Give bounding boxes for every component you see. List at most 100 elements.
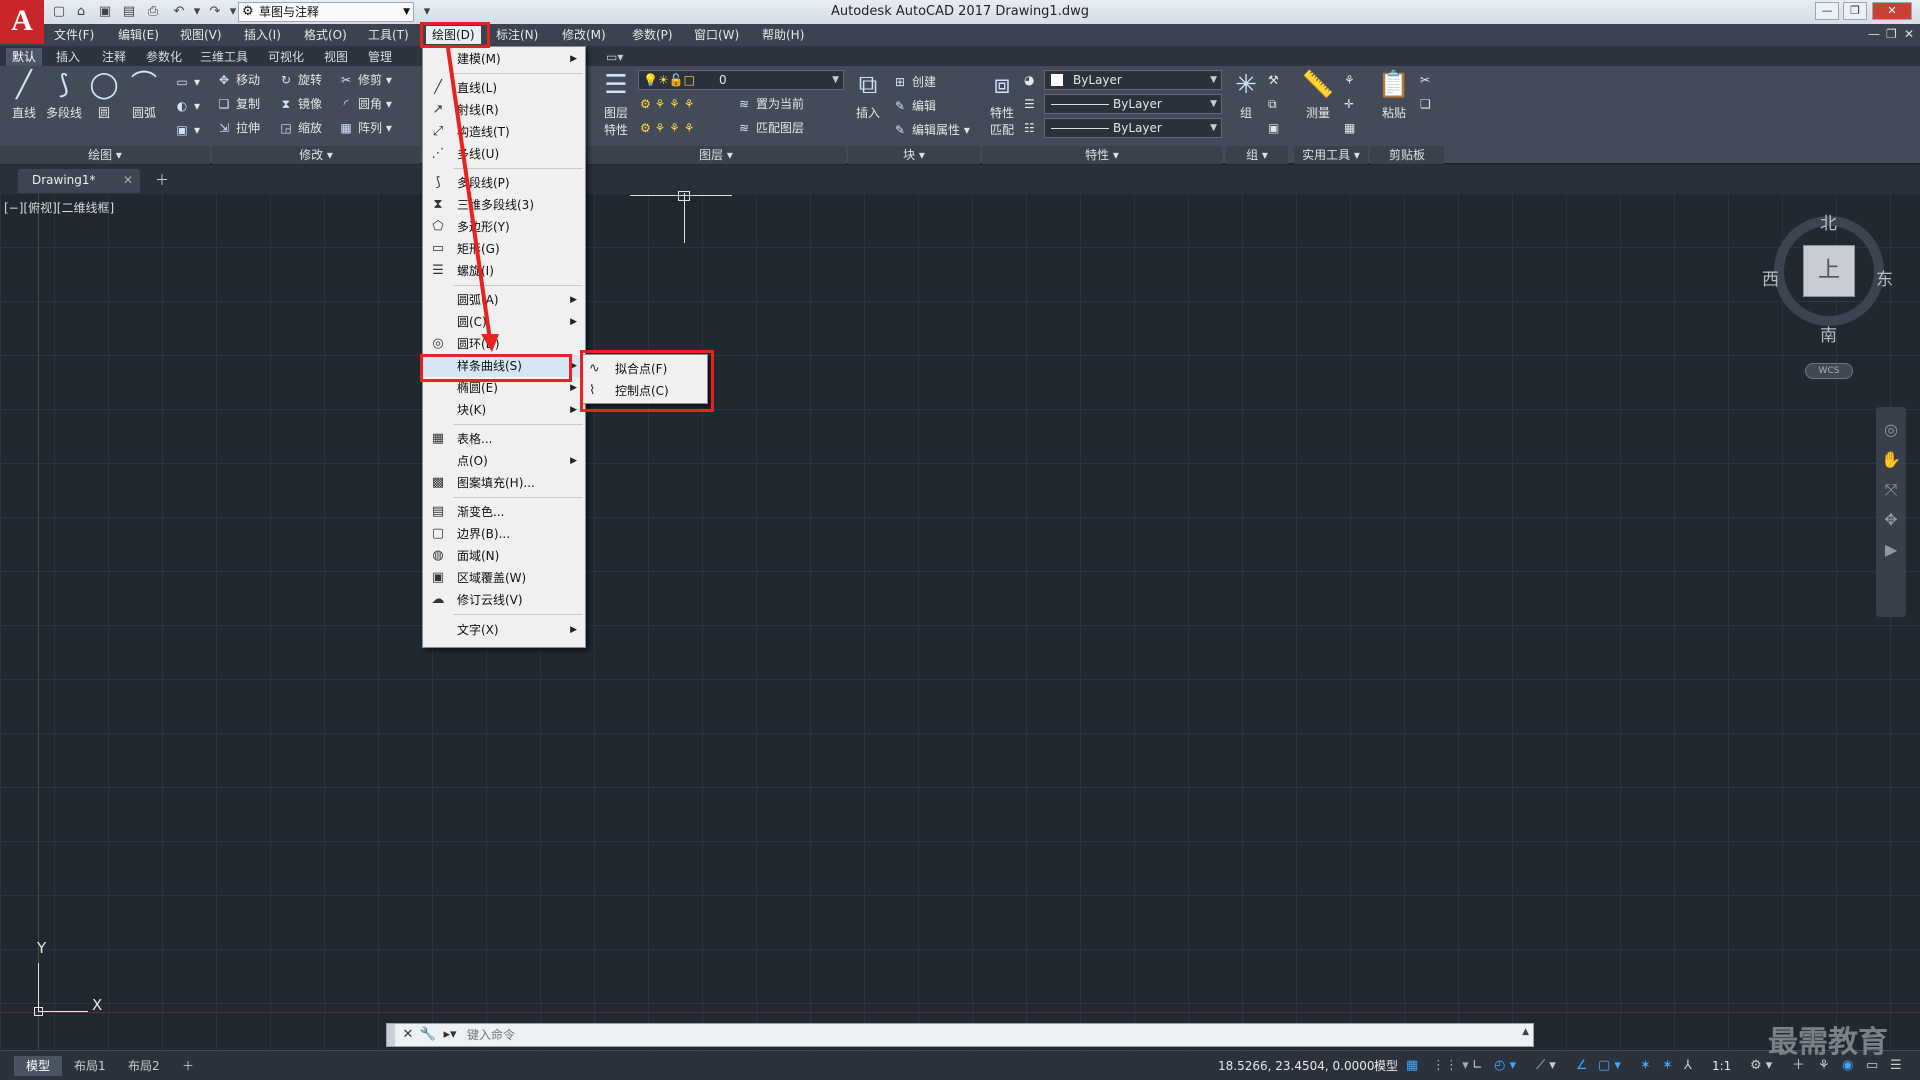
paste-button[interactable]: 📋 粘贴 [1374, 68, 1414, 121]
compass-north[interactable]: 北 [1820, 209, 1837, 234]
pan-hand-icon[interactable]: ✋ [1876, 445, 1906, 475]
quick-select-icon[interactable]: ⚘ [1344, 70, 1355, 90]
cut-icon[interactable]: ✂ [1420, 70, 1430, 90]
grid-icon[interactable]: ▦ [1406, 1056, 1418, 1076]
scale-tool-button[interactable]: ◲ 缩放 [278, 118, 322, 138]
tab-visualize[interactable]: 可视化 [262, 48, 310, 66]
ribbon-options-icon[interactable]: ▭▾ [600, 48, 629, 66]
annotation-visibility-icon[interactable]: ✶ [1640, 1056, 1651, 1076]
polar-icon[interactable]: ◴ ▾ [1494, 1056, 1516, 1076]
menu-window[interactable]: 窗口(W) [688, 26, 745, 44]
autocad-logo[interactable]: A [0, 0, 44, 44]
minimize-button[interactable]: — [1815, 2, 1839, 20]
steering-wheel-icon[interactable]: ◎ [1876, 415, 1906, 445]
color-combo[interactable]: ByLayer ▼ [1044, 70, 1222, 90]
tab-manage[interactable]: 管理 [362, 48, 398, 66]
edit-attributes-button[interactable]: ✎ 编辑属性 ▾ [892, 120, 970, 140]
measure-button[interactable]: 📏 测量 [1298, 68, 1338, 121]
zoom-extents-icon[interactable]: ⤧ [1876, 475, 1906, 505]
menu-item-hatch[interactable]: ▩ 图案填充(H)... [423, 472, 585, 494]
group-edit-icon[interactable]: ⧉ [1268, 94, 1277, 114]
viewport-controls[interactable]: [−][俯视][二维线框] [4, 199, 114, 216]
set-current-layer-button[interactable]: ≋ 置为当前 [736, 94, 804, 114]
menu-item-construction-line[interactable]: ⤢ 构造线(T) [423, 121, 585, 143]
menu-modify[interactable]: 修改(M) [556, 26, 612, 44]
file-tab-drawing1[interactable]: Drawing1* [18, 169, 140, 193]
insert-block-button[interactable]: ⧉ 插入 [848, 68, 888, 121]
menu-item-boundary[interactable]: ▢ 边界(B)... [423, 523, 585, 545]
recent-commands-icon[interactable]: ▸▾ [441, 1026, 459, 1044]
rectangle-small-icon[interactable]: ▭ ▾ [174, 72, 200, 92]
layer-combo[interactable]: 💡☀🔓□ 0 ▼ [638, 70, 844, 90]
mirror-tool-button[interactable]: ⧗ 镜像 [278, 94, 322, 114]
move-tool-button[interactable]: ✥ 移动 [216, 70, 260, 90]
coordinate-readout[interactable]: 18.5266, 23.4504, 0.0000 [1218, 1056, 1378, 1076]
menu-item-donut[interactable]: ◎ 圆环(D) [423, 333, 585, 355]
menu-item-multiline[interactable]: ⋰ 多线(U) [423, 143, 585, 165]
menu-item-wipeout[interactable]: ▣ 区域覆盖(W) [423, 567, 585, 589]
menu-dimension[interactable]: 标注(N) [490, 26, 544, 44]
lineweight-icon[interactable]: ☰ [1024, 94, 1035, 114]
utilities-panel-title[interactable]: 实用工具 ▾ [1294, 146, 1368, 164]
drawing-canvas[interactable]: [−][俯视][二维线框] 上 北 南 东 西 WCS ◎ ✋ ⤧ ✥ ▶ Y … [0, 191, 1920, 1050]
menu-item-text[interactable]: 文字(X) ▶ [423, 619, 585, 641]
calculator-icon[interactable]: ▦ [1344, 118, 1355, 138]
menu-item-arc[interactable]: 圆弧(A) ▶ [423, 289, 585, 311]
close-window-button[interactable]: ✕ [1872, 2, 1912, 20]
tab-parametric[interactable]: 参数化 [140, 48, 188, 66]
menu-item-point[interactable]: 点(O) ▶ [423, 450, 585, 472]
edit-block-button[interactable]: ✎ 编辑 [892, 96, 936, 116]
model-space-toggle[interactable]: 模型 [1374, 1056, 1398, 1076]
tab-layout2[interactable]: 布局2 [116, 1056, 172, 1076]
menu-help[interactable]: 帮助(H) [756, 26, 810, 44]
rotate-tool-button[interactable]: ↻ 旋转 [278, 70, 322, 90]
tab-view[interactable]: 视图 [318, 48, 354, 66]
polyline-tool-button[interactable]: ⟆ 多段线 [44, 68, 84, 121]
menu-item-gradient[interactable]: ▤ 渐变色... [423, 501, 585, 523]
menu-item-helix[interactable]: ☰ 螺旋(I) [423, 260, 585, 282]
layer-panel-title[interactable]: 图层 ▾ [586, 146, 846, 164]
layer-tools-row2[interactable]: ⚙ ⚘ ⚘ ⚘ [640, 118, 694, 138]
menu-item-line[interactable]: ╱ 直线(L) [423, 77, 585, 99]
menu-item-circle[interactable]: 圆(C) ▶ [423, 311, 585, 333]
viewcube-top-face[interactable]: 上 [1803, 245, 1855, 297]
add-layout-icon[interactable]: ＋ [170, 1056, 206, 1076]
linetype-combo[interactable]: ByLayer ▼ [1044, 94, 1222, 114]
menu-item-modeling[interactable]: 建模(M) ▶ [423, 48, 585, 70]
clipboard-panel-title[interactable]: 剪贴板 [1370, 146, 1444, 164]
color-wheel-icon[interactable]: ◕ [1024, 70, 1034, 90]
group-select-icon[interactable]: ▣ [1268, 118, 1279, 138]
restore-button[interactable]: ❐ [1843, 2, 1867, 20]
new-tab-button[interactable]: ＋ [152, 171, 172, 191]
menu-item-rectangle[interactable]: ▭ 矩形(G) [423, 238, 585, 260]
command-line-grip[interactable] [387, 1024, 395, 1046]
arc-tool-button[interactable]: ⌒ 圆弧 [124, 68, 164, 121]
menu-item-polygon[interactable]: ⬠ 多边形(Y) [423, 216, 585, 238]
copy-tool-button[interactable]: ❏ 复制 [216, 94, 260, 114]
block-panel-title[interactable]: 块 ▾ [848, 146, 980, 164]
wcs-menu-button[interactable]: WCS [1805, 363, 1853, 379]
auto-scale-icon[interactable]: ✶ [1662, 1056, 1673, 1076]
tab-3d-tools[interactable]: 三维工具 [194, 48, 254, 66]
snap-icon[interactable]: ⋮⋮ ▾ [1432, 1056, 1469, 1076]
lineweight-combo[interactable]: ByLayer ▼ [1044, 118, 1222, 138]
fillet-tool-button[interactable]: ◜ 圆角 ▾ [338, 94, 392, 114]
menu-insert[interactable]: 插入(I) [238, 26, 287, 44]
menu-format[interactable]: 格式(O) [298, 26, 353, 44]
showmotion-icon[interactable]: ▶ [1876, 535, 1906, 565]
match-layer-button[interactable]: ≋ 匹配图层 [736, 118, 804, 138]
group-button[interactable]: ✳ 组 [1226, 68, 1266, 121]
customization-icon[interactable]: ☰ [1890, 1056, 1902, 1076]
tab-insert[interactable]: 插入 [50, 48, 86, 66]
menu-item-revision-cloud[interactable]: ☁ 修订云线(V) [423, 589, 585, 611]
wrench-icon[interactable]: 🔧 [419, 1026, 437, 1044]
tab-model[interactable]: 模型 [14, 1056, 63, 1076]
close-tab-icon[interactable]: ✕ [123, 169, 139, 191]
compass-west[interactable]: 西 [1762, 265, 1779, 290]
menu-item-ray[interactable]: ↗ 射线(R) [423, 99, 585, 121]
doc-restore-icon[interactable]: ❐ [1886, 27, 1897, 41]
menu-item-3d-polyline[interactable]: ⧗ 三维多段线(3) [423, 194, 585, 216]
array-tool-button[interactable]: ▦ 阵列 ▾ [338, 118, 392, 138]
menu-item-table[interactable]: ▦ 表格... [423, 428, 585, 450]
annotation-scale-icon[interactable]: ⅄ [1684, 1056, 1692, 1076]
